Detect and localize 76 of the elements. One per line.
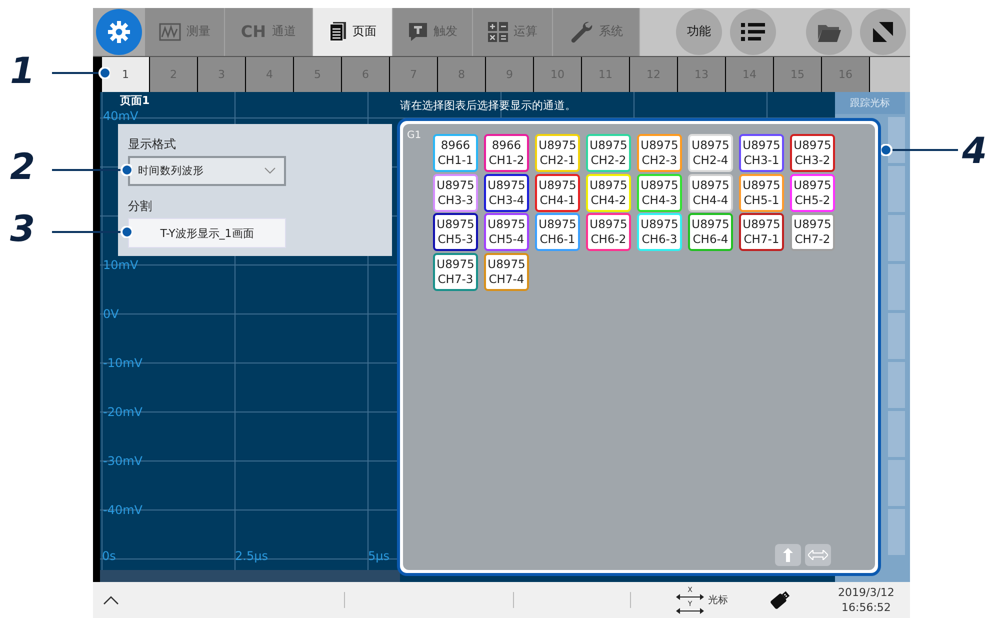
axis-label: 0s: [102, 550, 116, 564]
channel-chip[interactable]: U8975 CH6-1: [535, 213, 580, 252]
channel-chip[interactable]: U8975 CH3-4: [484, 174, 529, 212]
calculator-icon: [488, 22, 508, 42]
menu-tab[interactable]: 页面: [313, 8, 393, 56]
axis-label: -40mV: [103, 504, 142, 518]
up-arrow-icon: [782, 547, 794, 564]
vertical-button[interactable]: [775, 544, 801, 566]
arrow-icon: [676, 608, 704, 614]
channel-chip[interactable]: U8975 CH2-4: [688, 134, 733, 172]
channel-chip[interactable]: U8975 CH4-2: [586, 174, 631, 212]
axis-label: 5μs: [368, 550, 390, 564]
channel-chip[interactable]: U8975 CH5-3: [433, 213, 478, 252]
axis-label: -30mV: [103, 455, 142, 468]
split-field[interactable]: T-Y波形显示_1画面: [128, 218, 286, 248]
channel-chip[interactable]: U8975 CH3-2: [790, 134, 835, 172]
axis-label: -10mV: [103, 357, 142, 370]
instruction-text: 请在选择图表后选择要显示的通道。: [400, 98, 576, 114]
callout-number: 2: [10, 148, 36, 188]
group-label: G1: [407, 130, 422, 142]
channel-chip[interactable]: U8975 CH6-3: [637, 213, 682, 252]
diagonal-arrows-icon: [871, 20, 895, 44]
channel-chip[interactable]: U8975 CH2-3: [637, 134, 682, 172]
channel-chip[interactable]: U8975 CH6-2: [586, 213, 631, 252]
format-dropdown[interactable]: 时间数列波形: [128, 156, 286, 186]
field-label: 分割: [128, 198, 152, 216]
channel-chip[interactable]: U8975 CH2-2: [586, 134, 631, 172]
document-icon: [328, 21, 346, 42]
channel-chip[interactable]: 8966 CH1-1: [433, 134, 478, 172]
channel-chip[interactable]: 8966 CH1-2: [484, 134, 529, 172]
page-title: 页面1: [120, 93, 150, 108]
channel-chip[interactable]: U8975 CH2-1: [535, 134, 580, 172]
page-tab[interactable]: 1: [102, 56, 150, 92]
axis-label: -20mV: [103, 406, 142, 420]
settings-button[interactable]: [96, 8, 142, 55]
channel-chip[interactable]: U8975 CH4-4: [688, 174, 733, 212]
channel-chip[interactable]: U8975 CH7-2: [790, 213, 835, 252]
axis-label: 2.5μs: [235, 550, 268, 564]
channel-chip[interactable]: U8975 CH5-2: [790, 174, 835, 212]
leader-line: [52, 67, 110, 79]
channel-chip[interactable]: U8975 CH7-1: [739, 213, 784, 252]
channel-chip[interactable]: U8975 CH5-4: [484, 213, 529, 252]
function-button[interactable]: 功能: [676, 8, 722, 55]
axis-label: 40mV: [103, 110, 138, 124]
gear-icon: [107, 20, 131, 44]
wrench-icon: [569, 20, 593, 44]
callout-number: 1: [10, 52, 36, 92]
axis-label: 10mV: [103, 259, 138, 272]
axis-label: 0V: [103, 308, 119, 322]
cursor-label: 光标: [708, 594, 728, 608]
speech-bubble-icon: [408, 22, 428, 42]
channel-chip[interactable]: U8975 CH4-3: [637, 174, 682, 212]
date-text: 2019/3/12: [838, 585, 894, 600]
side-button[interactable]: [888, 117, 905, 164]
channel-chip[interactable]: U8975 CH6-4: [688, 213, 733, 252]
list-button[interactable]: [730, 8, 776, 55]
list-icon: [741, 22, 765, 42]
callout-number: 4: [962, 132, 988, 172]
caret-up-icon: [103, 594, 119, 606]
horizontal-button[interactable]: [805, 544, 831, 566]
channel-chip[interactable]: U8975 CH3-3: [433, 174, 478, 212]
arrow-icon: [676, 594, 704, 600]
waveform-icon: [158, 22, 180, 41]
resize-button[interactable]: [860, 8, 906, 55]
folder-button[interactable]: [806, 8, 852, 55]
callout-number: 3: [10, 210, 36, 250]
channel-chip[interactable]: U8975 CH7-4: [484, 252, 529, 291]
chevron-down-icon: [264, 167, 276, 176]
channel-chip[interactable]: U8975 CH3-1: [739, 134, 784, 172]
channel-chip[interactable]: U8975 CH5-1: [739, 174, 784, 212]
double-arrow-icon: [808, 550, 828, 560]
channel-chip[interactable]: U8975 CH4-1: [535, 174, 580, 212]
scroll-bar[interactable]: [100, 570, 400, 582]
time-text: 16:56:52: [842, 600, 891, 616]
channel-chip[interactable]: U8975 CH7-3: [433, 252, 478, 291]
field-label: 显示格式: [128, 136, 176, 154]
